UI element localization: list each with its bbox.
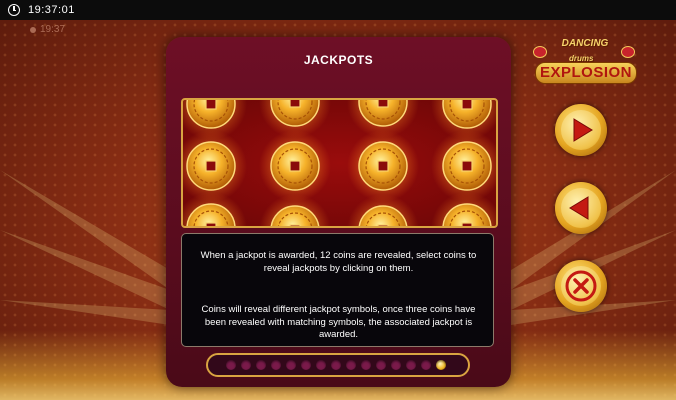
- page-dot: [406, 360, 416, 370]
- description-paragraph-2: Coins will reveal different jackpot symb…: [201, 304, 476, 340]
- jackpot-coins-illustration: [181, 98, 498, 228]
- description-paragraph-1: When a jackpot is awarded, 12 coins are …: [200, 250, 477, 274]
- close-x-icon: [565, 270, 597, 302]
- close-button[interactable]: [555, 260, 607, 312]
- page-dot: [316, 360, 326, 370]
- page-dot: [256, 360, 266, 370]
- previous-page-button[interactable]: [555, 182, 607, 234]
- panel-title: JACKPOTS: [303, 53, 374, 67]
- game-logo: DANCING drums EXPLOSION: [525, 38, 645, 84]
- page-dot: [361, 360, 371, 370]
- page-dot: [331, 360, 341, 370]
- page-indicator: [206, 353, 470, 377]
- page-dot: [391, 360, 401, 370]
- help-panel: JACKPOTS When a jackpot is awarded, 12 c…: [166, 37, 511, 387]
- ghost-clock: 19:37: [30, 24, 65, 35]
- page-dot: [241, 360, 251, 370]
- drum-left-icon: [533, 46, 547, 58]
- drum-right-icon: [621, 46, 635, 58]
- ghost-clock-icon: [30, 26, 36, 33]
- status-bar: 19:37:01: [0, 0, 676, 20]
- coins-graphic: [183, 100, 496, 226]
- page-dot: [376, 360, 386, 370]
- page-dot: [346, 360, 356, 370]
- page-dot: [271, 360, 281, 370]
- page-dot: [301, 360, 311, 370]
- play-left-icon: [569, 196, 589, 220]
- next-page-button[interactable]: [555, 104, 607, 156]
- clock-icon: [8, 4, 20, 16]
- page-dot-active: [436, 360, 446, 370]
- description-box: When a jackpot is awarded, 12 coins are …: [181, 233, 494, 347]
- page-dot: [226, 360, 236, 370]
- page-dot: [286, 360, 296, 370]
- logo-line3: EXPLOSION: [535, 62, 637, 84]
- page-dot: [421, 360, 431, 370]
- ghost-time-text: 19:37: [40, 24, 66, 35]
- status-time: 19:37:01: [28, 4, 75, 16]
- play-right-icon: [573, 118, 593, 142]
